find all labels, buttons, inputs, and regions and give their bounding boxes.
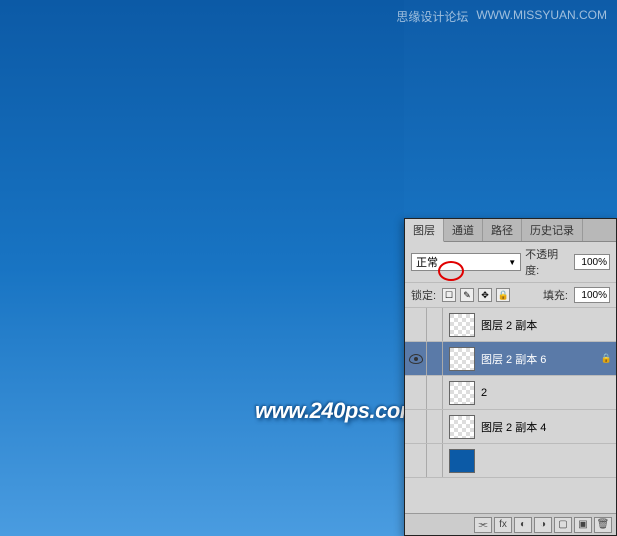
layer-name: 图层 2 副本	[481, 317, 616, 333]
visibility-toggle[interactable]	[405, 410, 427, 443]
site-url: WWW.MISSYUAN.COM	[476, 8, 607, 25]
layer-row[interactable]: 2	[405, 376, 616, 410]
layer-thumbnail	[449, 347, 475, 371]
new-layer-icon[interactable]: ▣	[574, 517, 592, 533]
link-col	[427, 376, 443, 409]
opacity-input[interactable]	[574, 254, 610, 270]
visibility-toggle[interactable]	[405, 308, 427, 341]
lock-transparency-icon[interactable]: ☐	[442, 288, 456, 302]
chevron-down-icon: ▼	[508, 258, 516, 267]
site-name: 思缘设计论坛	[396, 8, 468, 25]
link-col	[427, 342, 443, 375]
layer-thumbnail	[449, 313, 475, 337]
layer-name: 图层 2 副本 4	[481, 419, 616, 435]
tab-channels[interactable]: 通道	[444, 219, 483, 241]
link-col	[427, 410, 443, 443]
delete-layer-icon[interactable]: 🗑	[594, 517, 612, 533]
panel-tabs: 图层 通道 路径 历史记录	[405, 219, 616, 242]
blend-opacity-row: 正常 ▼ 不透明度:	[405, 242, 616, 283]
aurora-graphic	[0, 0, 404, 536]
tab-layers[interactable]: 图层	[405, 219, 444, 242]
lock-all-icon[interactable]: 🔒	[496, 288, 510, 302]
fill-label: 填充:	[543, 287, 568, 303]
panel-footer: ⫘ fx ◐ ◑ ▢ ▣ 🗑	[405, 513, 616, 535]
link-col	[427, 308, 443, 341]
fill-input[interactable]	[574, 287, 610, 303]
lock-label: 锁定:	[411, 287, 436, 303]
lock-row: 锁定: ☐ ✎ ✥ 🔒 填充:	[405, 283, 616, 308]
visibility-toggle[interactable]	[405, 376, 427, 409]
layer-mask-icon[interactable]: ◐	[514, 517, 532, 533]
layer-thumbnail	[449, 381, 475, 405]
new-group-icon[interactable]: ▢	[554, 517, 572, 533]
visibility-toggle[interactable]	[405, 342, 427, 375]
opacity-label: 不透明度:	[525, 246, 570, 278]
visibility-toggle[interactable]	[405, 444, 427, 477]
blend-mode-select[interactable]: 正常 ▼	[411, 253, 521, 271]
layer-row[interactable]: 图层 2 副本 4	[405, 410, 616, 444]
tab-paths[interactable]: 路径	[483, 219, 522, 241]
layer-list: 图层 2 副本 图层 2 副本 6 🔒 2 图层 2 副本 4	[405, 308, 616, 478]
layer-row[interactable]	[405, 444, 616, 478]
adjustment-layer-icon[interactable]: ◑	[534, 517, 552, 533]
lock-move-icon[interactable]: ✥	[478, 288, 492, 302]
link-col	[427, 444, 443, 477]
canvas-area	[0, 0, 404, 536]
layers-panel: 图层 通道 路径 历史记录 正常 ▼ 不透明度: 锁定: ☐ ✎ ✥ 🔒 填充:…	[404, 218, 617, 536]
watermark-top: 思缘设计论坛 WWW.MISSYUAN.COM	[396, 8, 607, 25]
blend-mode-value: 正常	[416, 254, 438, 270]
watermark-center: www.240ps.com	[255, 398, 419, 424]
tab-history[interactable]: 历史记录	[522, 219, 583, 241]
layer-style-icon[interactable]: fx	[494, 517, 512, 533]
layer-row[interactable]: 图层 2 副本	[405, 308, 616, 342]
eye-icon	[409, 354, 423, 364]
layer-name: 图层 2 副本 6	[481, 351, 601, 367]
layer-thumbnail	[449, 449, 475, 473]
layer-thumbnail	[449, 415, 475, 439]
lock-icons: ☐ ✎ ✥ 🔒	[442, 288, 510, 302]
lock-indicator-icon: 🔒	[601, 353, 612, 364]
lock-brush-icon[interactable]: ✎	[460, 288, 474, 302]
layer-row[interactable]: 图层 2 副本 6 🔒	[405, 342, 616, 376]
layer-name: 2	[481, 387, 616, 399]
link-layers-icon[interactable]: ⫘	[474, 517, 492, 533]
